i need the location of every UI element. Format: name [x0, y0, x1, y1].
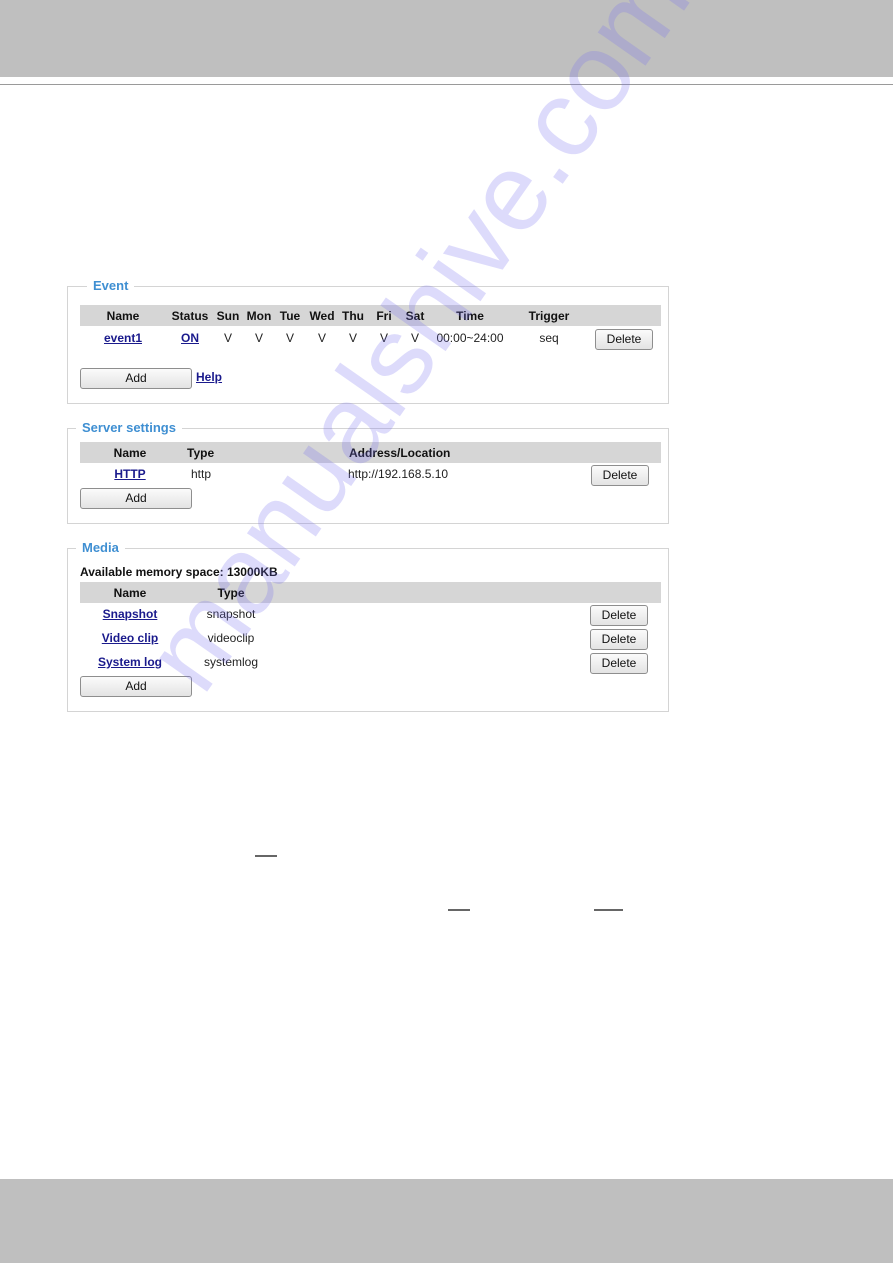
event-table-header: Name Status Sun Mon Tue Wed Thu Fri Sat … [80, 305, 661, 326]
server-delete-button[interactable]: Delete [591, 465, 649, 486]
page-footer-band [0, 1179, 893, 1263]
server-settings-legend: Server settings [76, 419, 182, 437]
media-type: snapshot [206, 607, 256, 621]
event-status-link[interactable]: ON [181, 331, 199, 345]
media-type: videoclip [207, 631, 255, 645]
underline-mark [448, 909, 470, 911]
media-type: systemlog [203, 655, 259, 669]
event-trigger: seq [539, 331, 559, 345]
col-sat: Sat [405, 309, 425, 323]
event-delete-button[interactable]: Delete [595, 329, 653, 350]
event-fieldset: Event Name Status Sun Mon Tue Wed Thu Fr… [67, 277, 669, 404]
day-wed: V [317, 331, 327, 345]
server-name-link[interactable]: HTTP [114, 467, 145, 481]
col-trigger: Trigger [528, 309, 570, 323]
media-legend: Media [76, 539, 125, 557]
media-name-link[interactable]: Video clip [102, 631, 158, 645]
media-delete-button[interactable]: Delete [590, 653, 648, 674]
col-fri: Fri [376, 309, 392, 323]
media-add-button[interactable]: Add [80, 676, 192, 697]
event-legend: Event [87, 277, 135, 295]
col-mon: Mon [246, 309, 272, 323]
day-sun: V [223, 331, 233, 345]
col-time: Time [456, 309, 484, 323]
server-type: http [191, 467, 212, 481]
col-sun: Sun [216, 309, 240, 323]
underline-mark [594, 909, 623, 911]
media-name-link[interactable]: System log [98, 655, 162, 669]
server-address: http://192.168.5.10 [348, 467, 449, 481]
day-fri: V [379, 331, 389, 345]
server-settings-fieldset: Server settings Name Type Address/Locati… [67, 419, 669, 524]
col-tue: Tue [279, 309, 301, 323]
day-mon: V [254, 331, 264, 345]
media-fieldset: Media Available memory space: 13000KB Na… [67, 539, 669, 712]
server-add-button[interactable]: Add [80, 488, 192, 509]
page-header-band [0, 0, 893, 77]
col-type: Type [217, 586, 245, 600]
col-address: Address/Location [349, 446, 451, 460]
event-time: 00:00~24:00 [436, 331, 504, 345]
media-name-link[interactable]: Snapshot [103, 607, 158, 621]
col-wed: Wed [309, 309, 335, 323]
col-thu: Thu [342, 309, 364, 323]
media-delete-button[interactable]: Delete [590, 605, 648, 626]
media-table-header: Name Type [80, 582, 661, 603]
event-add-button[interactable]: Add [80, 368, 192, 389]
day-thu: V [348, 331, 358, 345]
col-name: Name [106, 309, 140, 323]
col-type: Type [187, 446, 215, 460]
underline-mark [255, 855, 277, 857]
help-link[interactable]: Help [196, 370, 222, 384]
day-tue: V [285, 331, 295, 345]
media-delete-button[interactable]: Delete [590, 629, 648, 650]
event-name-link[interactable]: event1 [104, 331, 142, 345]
day-sat: V [410, 331, 420, 345]
col-name: Name [113, 586, 147, 600]
col-status: Status [171, 309, 209, 323]
header-divider [0, 84, 893, 85]
memory-space-label: Available memory space: 13000KB [80, 565, 278, 579]
server-table-header: Name Type Address/Location [80, 442, 661, 463]
col-name: Name [113, 446, 147, 460]
